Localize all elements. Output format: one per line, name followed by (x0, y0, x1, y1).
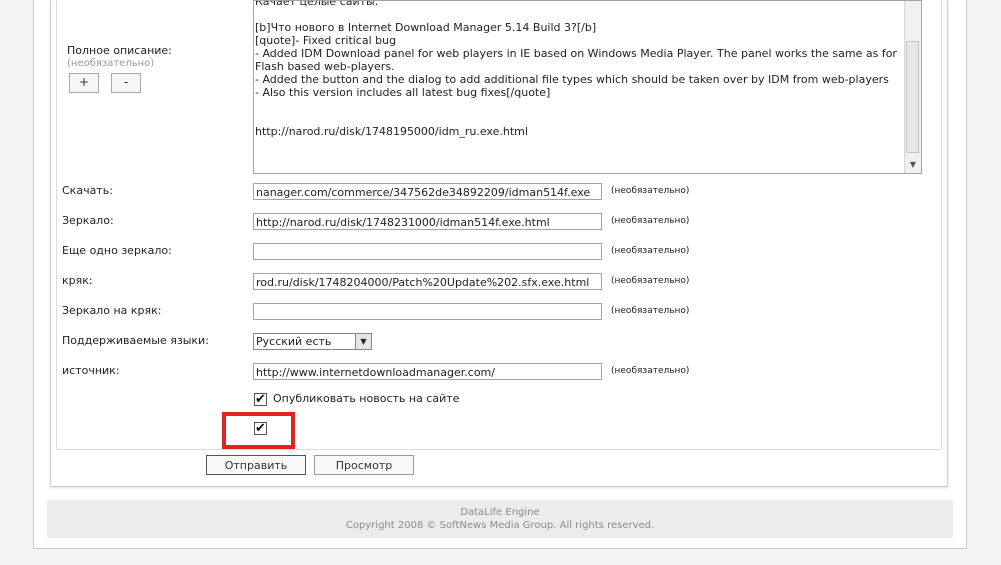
scrollbar-thumb[interactable] (906, 41, 919, 153)
another-mirror-optional: (необязательно) (611, 246, 690, 256)
full-description-optional: (необязательно) (67, 58, 155, 69)
crack-optional: (необязательно) (611, 276, 690, 286)
full-description-label: Полное описание: (67, 44, 172, 57)
languages-label: Поддерживаемые языки: (62, 334, 209, 347)
source-optional: (необязательно) (611, 366, 690, 376)
another-mirror-input[interactable] (253, 243, 602, 260)
another-mirror-label: Еще одно зеркало: (62, 244, 172, 257)
source-input[interactable]: http://www.internetdownloadmanager.com/ (253, 363, 602, 380)
languages-selected: Русский есть (256, 335, 332, 348)
submit-button[interactable]: Отправить (206, 455, 306, 475)
crack-input[interactable]: rod.ru/disk/1748204000/Patch%20Update%20… (253, 273, 602, 290)
mirror-label: Зеркало: (62, 214, 114, 227)
scroll-down-arrow-icon[interactable]: ▼ (905, 157, 921, 173)
publish-checkbox-label: Опубликовать новость на сайте (273, 392, 460, 405)
source-label: источник: (62, 364, 120, 377)
mirror-input[interactable]: http://narod.ru/disk/1748231000/idman514… (253, 213, 602, 230)
chevron-down-icon[interactable]: ▼ (355, 334, 371, 349)
footer-engine: DataLife Engine (460, 507, 540, 518)
download-optional: (необязательно) (611, 186, 690, 196)
textarea-scrollbar[interactable]: ▼ (904, 1, 921, 173)
download-label: Скачать: (62, 184, 113, 197)
highlight-box (222, 412, 295, 449)
full-description-text: Качает целые сайты. [b]Что нового в Inte… (255, 0, 897, 138)
shrink-textarea-button[interactable]: - (111, 73, 141, 93)
crack-mirror-input[interactable] (253, 303, 602, 320)
page-footer: DataLife Engine Copyright 2008 © SoftNew… (47, 500, 953, 538)
crack-label: кряк: (62, 274, 93, 287)
preview-button[interactable]: Просмотр (314, 455, 414, 475)
languages-select[interactable]: Русский есть ▼ (253, 333, 372, 350)
publish-checkbox[interactable]: ✔ (254, 393, 267, 406)
crack-mirror-optional: (необязательно) (611, 306, 690, 316)
download-input[interactable]: nanager.com/commerce/347562de34892209/id… (253, 183, 602, 200)
footer-copyright: Copyright 2008 © SoftNews Media Group. A… (345, 520, 655, 531)
full-description-textarea[interactable]: Качает целые сайты. [b]Что нового в Inte… (253, 0, 922, 174)
mirror-optional: (необязательно) (611, 216, 690, 226)
expand-textarea-button[interactable]: + (69, 73, 99, 93)
crack-mirror-label: Зеркало на кряк: (62, 304, 162, 317)
